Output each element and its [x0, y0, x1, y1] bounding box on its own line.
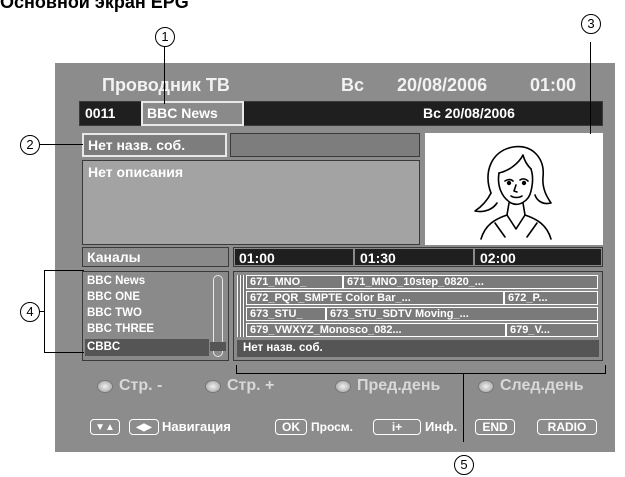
up-down-key: ▼▲	[90, 419, 120, 435]
page-down-button[interactable]: Стр. -	[97, 377, 162, 395]
info-label: Инф.	[425, 419, 458, 434]
program-cell[interactable]: 673_STU_SDTV Moving_...	[326, 307, 598, 321]
view-label: Просм.	[311, 420, 354, 434]
next-day-button[interactable]: След.день	[478, 377, 584, 395]
header-day: Вс	[341, 75, 365, 95]
callout-1-leader	[164, 46, 166, 104]
presenter-illustration	[474, 145, 552, 240]
page-heading: Основной экран EPG	[0, 0, 189, 12]
channel-item[interactable]: BBC TWO	[87, 307, 142, 319]
channel-list[interactable]: BBC News BBC ONE BBC TWO BBC THREE CBBC	[82, 271, 229, 361]
video-preview	[425, 133, 603, 245]
header-date: 20/08/2006	[397, 75, 488, 95]
red-dot-icon	[97, 379, 113, 393]
event-title-extension	[230, 133, 420, 157]
event-description: Нет описания	[88, 164, 184, 180]
channel-item-selected[interactable]: CBBC	[87, 341, 120, 353]
info-key: i+	[373, 419, 421, 435]
header-time: 01:00	[530, 75, 577, 95]
channel-number: 0011	[85, 105, 116, 121]
left-right-key: ◀▶	[129, 419, 159, 435]
program-cell[interactable]: 673_STU_	[246, 307, 326, 321]
page-up-button[interactable]: Стр. +	[205, 377, 274, 395]
timeline-slot: 02:00	[480, 250, 516, 266]
program-cell[interactable]: 672_P...	[504, 291, 598, 305]
channel-item[interactable]: BBC ONE	[87, 291, 140, 303]
navigation-label: Навигация	[162, 419, 231, 434]
grid-status: Нет назв. соб.	[243, 342, 323, 354]
prev-day-label: Пред.день	[357, 377, 441, 394]
event-title: Нет назв. соб.	[88, 137, 186, 153]
page-up-label: Стр. +	[227, 377, 275, 394]
callout-5-bracket-right	[605, 365, 607, 374]
grid-past-marker	[237, 275, 246, 337]
callout-5-bracket	[236, 373, 606, 375]
callout-4: 4	[20, 302, 40, 322]
page-down-label: Стр. -	[119, 377, 163, 394]
end-key: END	[475, 419, 515, 435]
radio-key: RADIO	[537, 419, 597, 435]
program-cell[interactable]: 671_MNO_	[246, 275, 343, 289]
callout-3-leader	[590, 42, 592, 134]
channel-date: Вс 20/08/2006	[423, 105, 515, 121]
timeline-slot: 01:30	[360, 250, 396, 266]
callout-5-leader	[463, 373, 465, 442]
channel-scroll-thumb[interactable]	[210, 342, 226, 351]
callout-3: 3	[581, 14, 601, 34]
callout-4-bracket-bottom	[44, 352, 84, 354]
yellow-dot-icon	[335, 379, 351, 393]
prev-day-button[interactable]: Пред.день	[335, 377, 440, 395]
program-grid: 671_MNO_ 671_MNO_10step_0820_... 672_PQR…	[233, 271, 603, 361]
program-cell[interactable]: 679_VWXYZ_Monosco_082...	[246, 323, 506, 337]
callout-2: 2	[20, 135, 40, 155]
program-cell[interactable]: 679_V...	[506, 323, 598, 337]
timeline-slot: 01:00	[239, 250, 275, 266]
channel-item[interactable]: BBC THREE	[87, 323, 154, 335]
program-cell[interactable]: 672_PQR_SMPTE Color Bar_...	[246, 291, 504, 305]
green-dot-icon	[205, 379, 221, 393]
callout-5: 5	[454, 455, 474, 475]
channel-name: BBC News	[147, 105, 218, 121]
channels-header: Каналы	[87, 249, 141, 265]
epg-screen: Проводник ТВ Вс 20/08/2006 01:00 0011 BB…	[55, 63, 615, 452]
channel-item[interactable]: BBC News	[87, 275, 145, 287]
callout-2-leader	[39, 144, 83, 146]
ok-key: OK	[275, 419, 307, 435]
callout-1: 1	[155, 27, 175, 47]
blue-dot-icon	[478, 379, 494, 393]
callout-4-bracket-top	[44, 270, 84, 272]
guide-title: Проводник ТВ	[102, 75, 230, 95]
next-day-label: След.день	[500, 377, 584, 394]
program-cell[interactable]: 671_MNO_10step_0820_...	[343, 275, 598, 289]
